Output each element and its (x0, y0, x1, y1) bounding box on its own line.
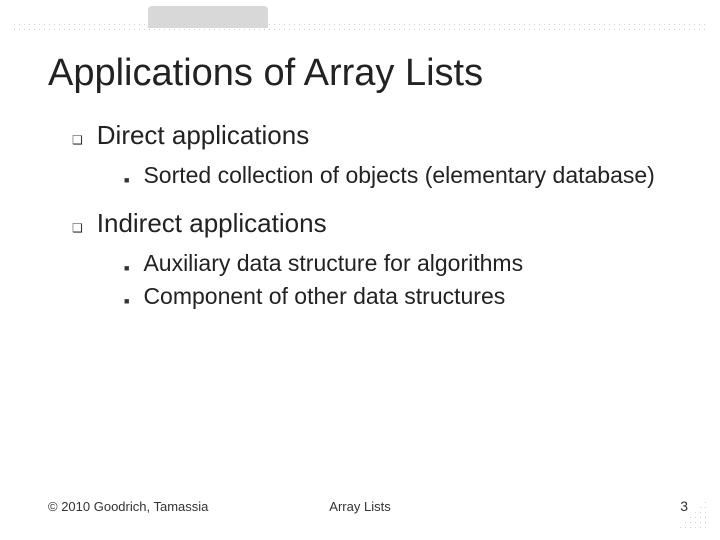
square-bullet-icon: ■ (124, 296, 129, 306)
footer-title: Array Lists (0, 499, 720, 514)
list-item: ❑ Direct applications (72, 120, 680, 151)
square-bullet-icon: ❑ (72, 133, 83, 147)
square-bullet-icon: ■ (124, 175, 129, 185)
list-item-label: Sorted collection of objects (elementary… (143, 161, 654, 190)
square-bullet-icon: ■ (124, 263, 129, 273)
list-item-label: Indirect applications (97, 208, 327, 239)
list-item: ❑ Indirect applications (72, 208, 680, 239)
decorative-dots-top (12, 22, 708, 34)
list-item: ■ Sorted collection of objects (elementa… (124, 161, 680, 190)
list-item-label: Direct applications (97, 120, 309, 151)
list-item-label: Component of other data structures (143, 282, 505, 311)
list-item-label: Auxiliary data structure for algorithms (143, 249, 523, 278)
square-bullet-icon: ❑ (72, 221, 83, 235)
slide-content: ❑ Direct applications ■ Sorted collectio… (72, 120, 680, 314)
list-item: ■ Auxiliary data structure for algorithm… (124, 249, 680, 278)
slide-title: Applications of Array Lists (48, 52, 483, 95)
list-item: ■ Component of other data structures (124, 282, 680, 311)
page-number: 3 (680, 498, 688, 514)
